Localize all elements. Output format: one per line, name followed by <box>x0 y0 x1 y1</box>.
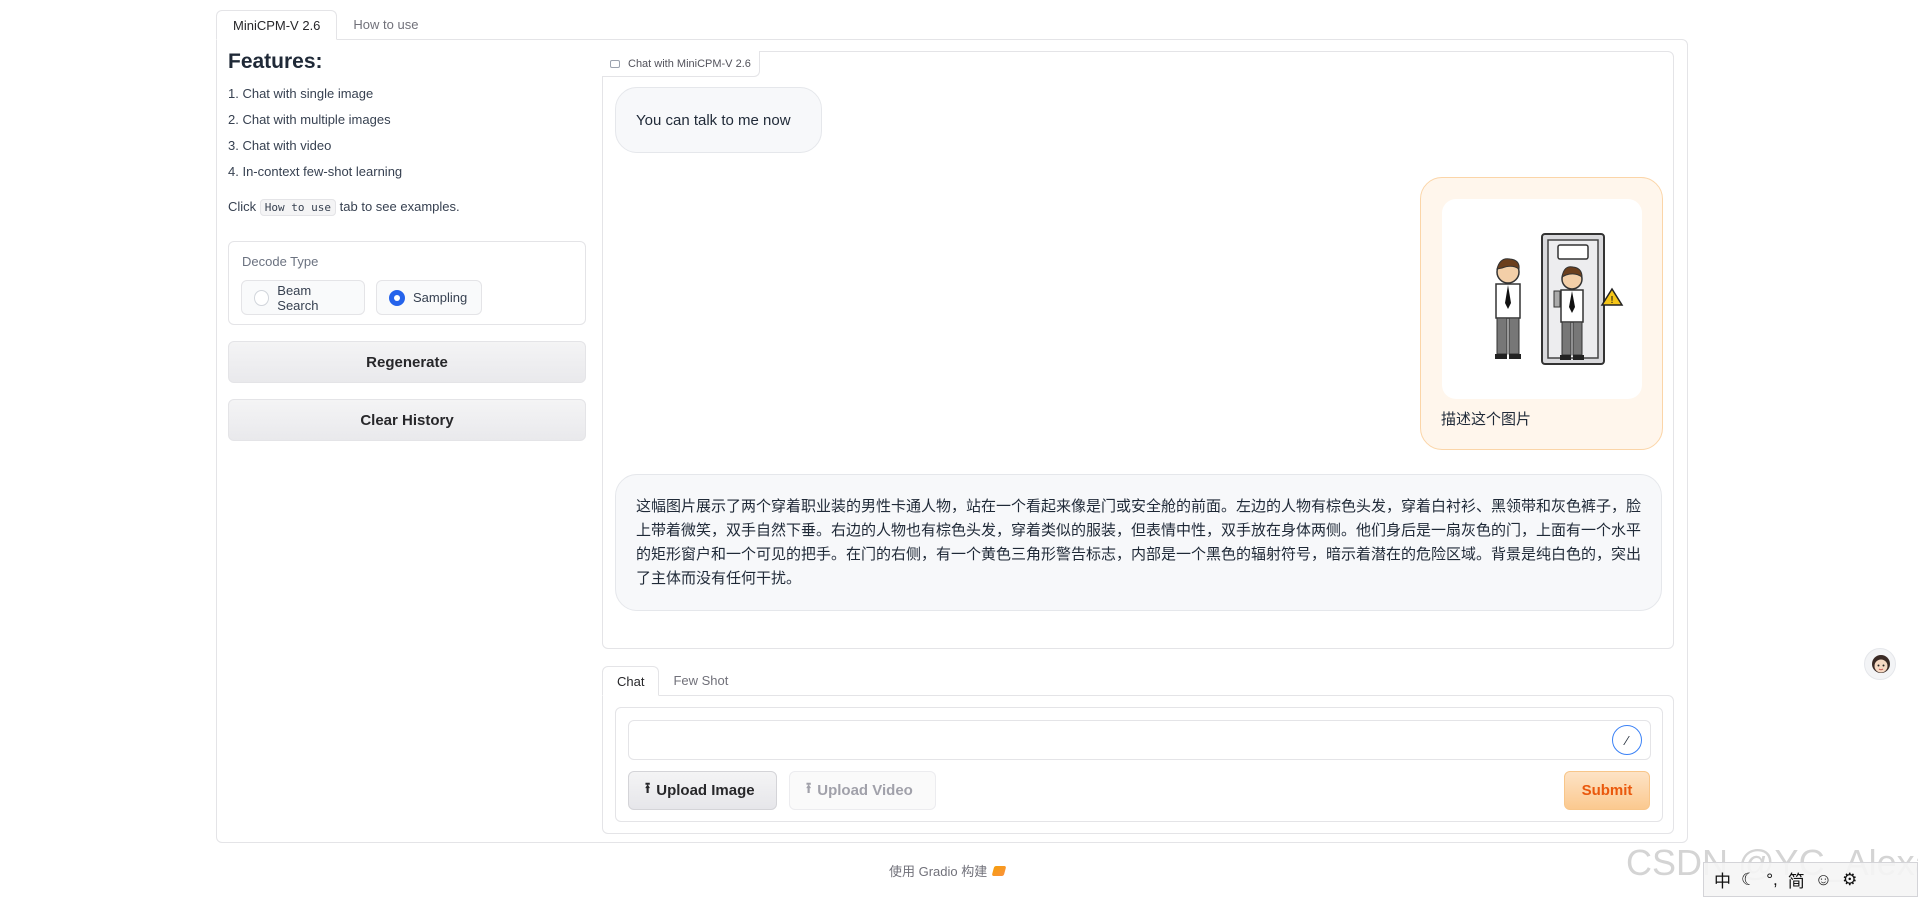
punctuation-icon[interactable]: °, <box>1766 870 1778 890</box>
radio-label: Sampling <box>413 290 468 305</box>
ime-mode-zh[interactable]: 中 <box>1714 867 1731 892</box>
tab-how-to-use[interactable]: How to use <box>337 10 434 40</box>
hint-prefix: Click <box>228 199 257 214</box>
footer: 使用 Gradio 构建 <box>889 861 1007 880</box>
upload-image-button[interactable]: ⭱ Upload Image <box>628 771 777 810</box>
user-message-text: 描述这个图片 <box>1441 411 1532 428</box>
chatbot-label: Chat with MiniCPM-V 2.6 <box>602 51 760 77</box>
clear-history-button[interactable]: Clear History <box>228 399 586 441</box>
regenerate-button[interactable]: Regenerate <box>228 341 586 383</box>
gear-icon[interactable]: ⚙ <box>1842 870 1857 890</box>
ime-toolbar[interactable]: 中 ☾ °, 简 ☺ ⚙ <box>1703 862 1918 897</box>
hint-code: How to use <box>259 199 337 216</box>
lower-tabs: Chat Few Shot <box>602 666 742 696</box>
assistant-avatar[interactable] <box>1864 648 1896 680</box>
bot-message: 这幅图片展示了两个穿着职业装的男性卡通人物，站在一个看起来像是门或安全舱的前面。… <box>615 474 1662 611</box>
tab-chat[interactable]: Chat <box>602 666 660 696</box>
feature-item: 2. Chat with multiple images <box>228 112 391 127</box>
feature-item: 1. Chat with single image <box>228 86 374 101</box>
bot-message: You can talk to me now <box>615 87 822 153</box>
chatbot-label-text: Chat with MiniCPM-V 2.6 <box>628 57 751 70</box>
chat-icon <box>610 59 620 68</box>
submit-button[interactable]: Submit <box>1564 771 1650 810</box>
features-section: Features: 1. Chat with single image 2. C… <box>228 50 586 216</box>
avatar-icon <box>1872 655 1890 673</box>
footer-text[interactable]: 使用 Gradio 构建 <box>889 861 987 880</box>
upload-video-label: Upload Video <box>817 782 913 799</box>
decode-type-label: Decode Type <box>242 254 319 269</box>
user-message: ! 描述这个图片 <box>1420 177 1663 450</box>
magic-wand-icon[interactable]: ⁄ <box>1612 725 1642 755</box>
feature-item: 3. Chat with video <box>228 138 332 153</box>
tab-minicpm[interactable]: MiniCPM-V 2.6 <box>216 10 338 40</box>
hint-suffix: tab to see examples. <box>339 199 460 214</box>
feature-item: 4. In-context few-shot learning <box>228 164 403 179</box>
cartoon-image-icon: ! <box>1495 233 1624 365</box>
gradio-logo-icon <box>991 865 1007 876</box>
radio-sampling[interactable]: Sampling <box>376 280 482 315</box>
upload-icon: ⭱ <box>645 780 651 797</box>
ime-mode-simplified[interactable]: 简 <box>1788 867 1805 892</box>
top-tabs: MiniCPM-V 2.6 How to use <box>216 10 434 40</box>
radio-label: Beam Search <box>277 282 319 313</box>
moon-icon[interactable]: ☾ <box>1741 870 1756 890</box>
svg-text:!: ! <box>1610 295 1614 306</box>
decode-type-group: Decode Type Beam Search Sampling <box>228 241 586 325</box>
message-input[interactable] <box>628 720 1651 760</box>
how-to-hint: Click How to use tab to see examples. <box>228 199 586 216</box>
tab-few-shot[interactable]: Few Shot <box>659 666 742 696</box>
upload-icon: ⭱ <box>806 780 812 797</box>
upload-image-label: Upload Image <box>656 782 755 799</box>
radio-unchecked-icon <box>254 289 270 306</box>
radio-beam-search[interactable]: Beam Search <box>241 280 365 315</box>
emoji-icon[interactable]: ☺ <box>1815 870 1832 890</box>
features-title: Features: <box>228 50 323 73</box>
upload-video-button[interactable]: ⭱ Upload Video <box>789 771 936 810</box>
message-image[interactable]: ! <box>1442 199 1642 399</box>
radio-checked-icon <box>389 289 405 306</box>
